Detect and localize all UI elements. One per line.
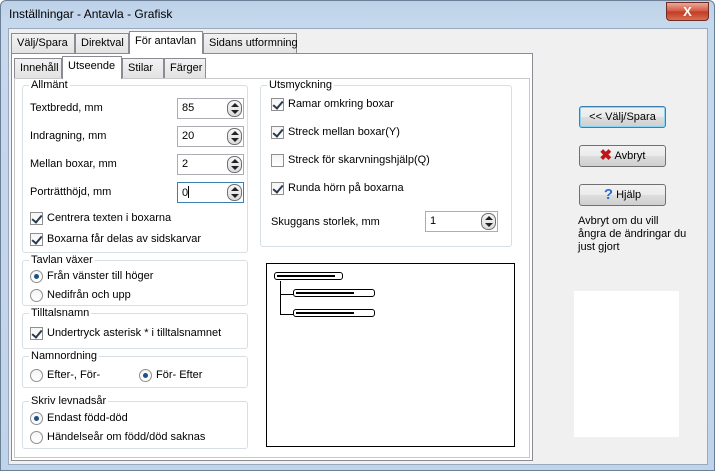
levnad-radio-endast[interactable] <box>30 412 43 425</box>
skarv-checkbox[interactable] <box>271 154 284 167</box>
tab-stilar[interactable]: Stilar <box>122 58 164 78</box>
namn-option-for-efter: För- Efter <box>156 369 203 381</box>
group-utsmyckning-title: Utsmyckning <box>267 79 334 91</box>
portratt-label: Porträtthöjd, mm <box>30 186 112 198</box>
group-tavlan-title: Tavlan växer <box>29 254 95 266</box>
group-namnordning-title: Namnordning <box>29 350 100 362</box>
namn-option-efter-for: Efter-, För- <box>47 369 101 381</box>
streck-label: Streck mellan boxar(Y) <box>288 126 400 138</box>
group-allmant: Allmänt Textbredd, mm 85 Indragning, mm … <box>22 79 248 253</box>
textbredd-spinner[interactable]: 85 <box>177 98 244 119</box>
tilltal-checkbox[interactable] <box>30 327 43 340</box>
help-text: Avbryt om du vill ångra de ändringar du … <box>578 215 687 253</box>
layout-preview <box>266 263 515 447</box>
indragning-value: 20 <box>182 130 195 142</box>
avbryt-label: Avbryt <box>614 150 646 162</box>
hjalp-label: Hjälp <box>616 189 642 201</box>
textbredd-spin-buttons[interactable] <box>227 100 242 117</box>
portratt-spin-buttons[interactable] <box>227 184 242 201</box>
group-levnadsar: Skriv levnadsår Endast född-död Händelse… <box>22 395 248 449</box>
valj-spara-button[interactable]: << Välj/Spara <box>579 106 666 128</box>
inner-tab-pane: Allmänt Textbredd, mm 85 Indragning, mm … <box>14 78 530 458</box>
preview-connector <box>280 281 281 315</box>
portratt-spinner[interactable]: 0 <box>177 182 244 203</box>
namn-radio-for-efter[interactable] <box>139 369 152 382</box>
namn-radio-efter-for[interactable] <box>30 369 43 382</box>
portratt-value: 0 <box>182 186 190 199</box>
inner-tab-strip: Innehåll Utseende Stilar Färger <box>14 56 214 79</box>
tab-sidans-utformning[interactable]: Sidans utformning <box>203 33 298 53</box>
dialog-window: Inställningar - Antavla - Grafisk X Välj… <box>0 0 715 471</box>
skugga-spin-buttons[interactable] <box>481 213 496 230</box>
mellan-label: Mellan boxar, mm <box>30 158 117 170</box>
streck-checkbox[interactable] <box>271 126 284 139</box>
levnad-option-handelsear: Händelseår om född/död saknas <box>47 431 206 443</box>
skugga-label: Skuggans storlek, mm <box>271 216 380 228</box>
red-x-icon: ✖ <box>599 147 613 164</box>
outer-tab-strip: Välj/Spara Direktval För antavlan Sidans… <box>11 31 311 54</box>
group-utsmyckning: Utsmyckning Ramar omkring boxar Streck m… <box>260 79 512 247</box>
indragning-label: Indragning, mm <box>30 130 107 142</box>
delas-label: Boxarna får delas av sidskarvar <box>47 233 202 245</box>
levnad-option-endast: Endast född-död <box>47 412 128 424</box>
tab-farger[interactable]: Färger <box>164 58 206 78</box>
group-tavlan: Tavlan växer Från vänster till höger Ned… <box>22 254 248 306</box>
group-tilltal: Tilltalsnamn Undertryck asterisk * i til… <box>22 307 248 349</box>
preview-root-box <box>274 272 343 280</box>
tavlan-option-vanster: Från vänster till höger <box>47 270 154 282</box>
textbredd-label: Textbredd, mm <box>30 102 103 114</box>
preview-mother-box <box>293 309 375 317</box>
centrera-label: Centrera texten i boxarna <box>47 212 172 224</box>
client-area: Välj/Spara Direktval För antavlan Sidans… <box>8 28 708 465</box>
tavlan-option-nedifran: Nedifrån och upp <box>47 289 131 301</box>
textbredd-value: 85 <box>182 102 195 114</box>
side-panel-box <box>574 291 679 437</box>
preview-father-box <box>293 289 375 297</box>
skugga-spinner[interactable]: 1 <box>425 211 498 232</box>
outer-tab-pane: Innehåll Utseende Stilar Färger Allmänt … <box>11 53 533 461</box>
tavlan-radio-nedifran[interactable] <box>30 289 43 302</box>
levnad-radio-handelsear[interactable] <box>30 431 43 444</box>
tab-utseende[interactable]: Utseende <box>62 56 122 79</box>
hjalp-button[interactable]: ? Hjälp <box>579 184 666 206</box>
mellan-value: 2 <box>182 158 189 170</box>
avbryt-button[interactable]: ✖ Avbryt <box>579 145 666 167</box>
mellan-spinner[interactable]: 2 <box>177 154 244 175</box>
indragning-spin-buttons[interactable] <box>227 128 242 145</box>
group-levnadsar-title: Skriv levnadsår <box>29 395 109 407</box>
tab-direktval[interactable]: Direktval <box>75 33 129 53</box>
skugga-value: 1 <box>430 215 437 227</box>
tab-for-antavlan[interactable]: För antavlan <box>129 31 203 54</box>
question-mark-icon: ? <box>603 186 614 203</box>
runda-label: Runda hörn på boxarna <box>288 182 404 194</box>
tab-innehall[interactable]: Innehåll <box>14 58 62 78</box>
tilltal-label: Undertryck asterisk * i tilltalsnamnet <box>47 327 222 339</box>
close-button[interactable]: X <box>666 2 709 21</box>
group-tilltal-title: Tilltalsnamn <box>29 307 92 319</box>
title-bar: Inställningar - Antavla - Grafisk X <box>1 1 714 27</box>
tavlan-radio-vanster[interactable] <box>30 270 43 283</box>
window-title: Inställningar - Antavla - Grafisk <box>9 7 173 21</box>
centrera-checkbox[interactable] <box>30 212 43 225</box>
ramar-checkbox[interactable] <box>271 98 284 111</box>
skarv-label: Streck för skarvningshjälp(Q) <box>288 154 430 166</box>
mellan-spin-buttons[interactable] <box>227 156 242 173</box>
runda-checkbox[interactable] <box>271 182 284 195</box>
indragning-spinner[interactable]: 20 <box>177 126 244 147</box>
delas-checkbox[interactable] <box>30 233 43 246</box>
group-namnordning: Namnordning Efter-, För- För- Efter <box>22 350 248 388</box>
group-allmant-title: Allmänt <box>29 79 70 91</box>
tab-valj-spara[interactable]: Välj/Spara <box>11 33 75 53</box>
ramar-label: Ramar omkring boxar <box>288 98 394 110</box>
